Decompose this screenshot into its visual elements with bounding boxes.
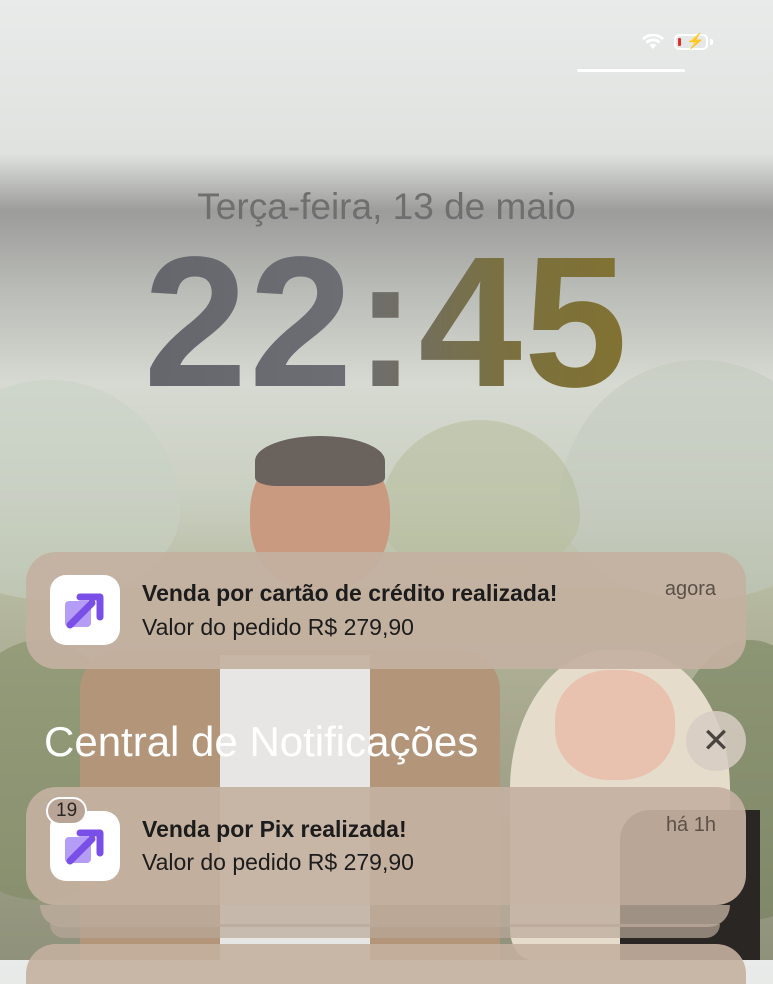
battery-nub (710, 39, 713, 45)
notification-card-partial[interactable] (26, 944, 746, 984)
notification-title: Venda por Pix realizada! (142, 816, 407, 842)
battery-icon: ⚡ (674, 33, 708, 50)
wifi-icon (642, 34, 664, 49)
notification-stack-card[interactable]: 19 Venda por Pix realizada! Valor do ped… (26, 787, 746, 905)
lock-screen-clock: 22:45 (0, 230, 773, 416)
notification-center-title: Central de Notificações (44, 718, 479, 765)
notification-body: Valor do pedido R$ 279,90 (142, 614, 414, 640)
battery-level (678, 38, 681, 46)
notification-time: há 1h (665, 814, 716, 836)
status-indicator-line (577, 69, 685, 72)
charging-bolt-icon: ⚡ (686, 33, 705, 50)
close-icon: ✕ (701, 722, 731, 760)
notification-card-current[interactable]: Venda por cartão de crédito realizada! V… (26, 552, 746, 669)
status-bar: ⚡ (642, 33, 713, 50)
notification-title: Venda por cartão de crédito realizada! (142, 580, 558, 606)
notification-count-badge: 19 (46, 797, 88, 825)
notification-body: Valor do pedido R$ 279,90 (142, 849, 414, 875)
notification-time: agora (664, 578, 716, 600)
close-notifications-button[interactable]: ✕ (686, 711, 746, 771)
arrow-square-app-icon: 19 (46, 797, 120, 881)
arrow-square-app-icon (50, 575, 120, 645)
stacked-card-shadow (50, 924, 720, 938)
